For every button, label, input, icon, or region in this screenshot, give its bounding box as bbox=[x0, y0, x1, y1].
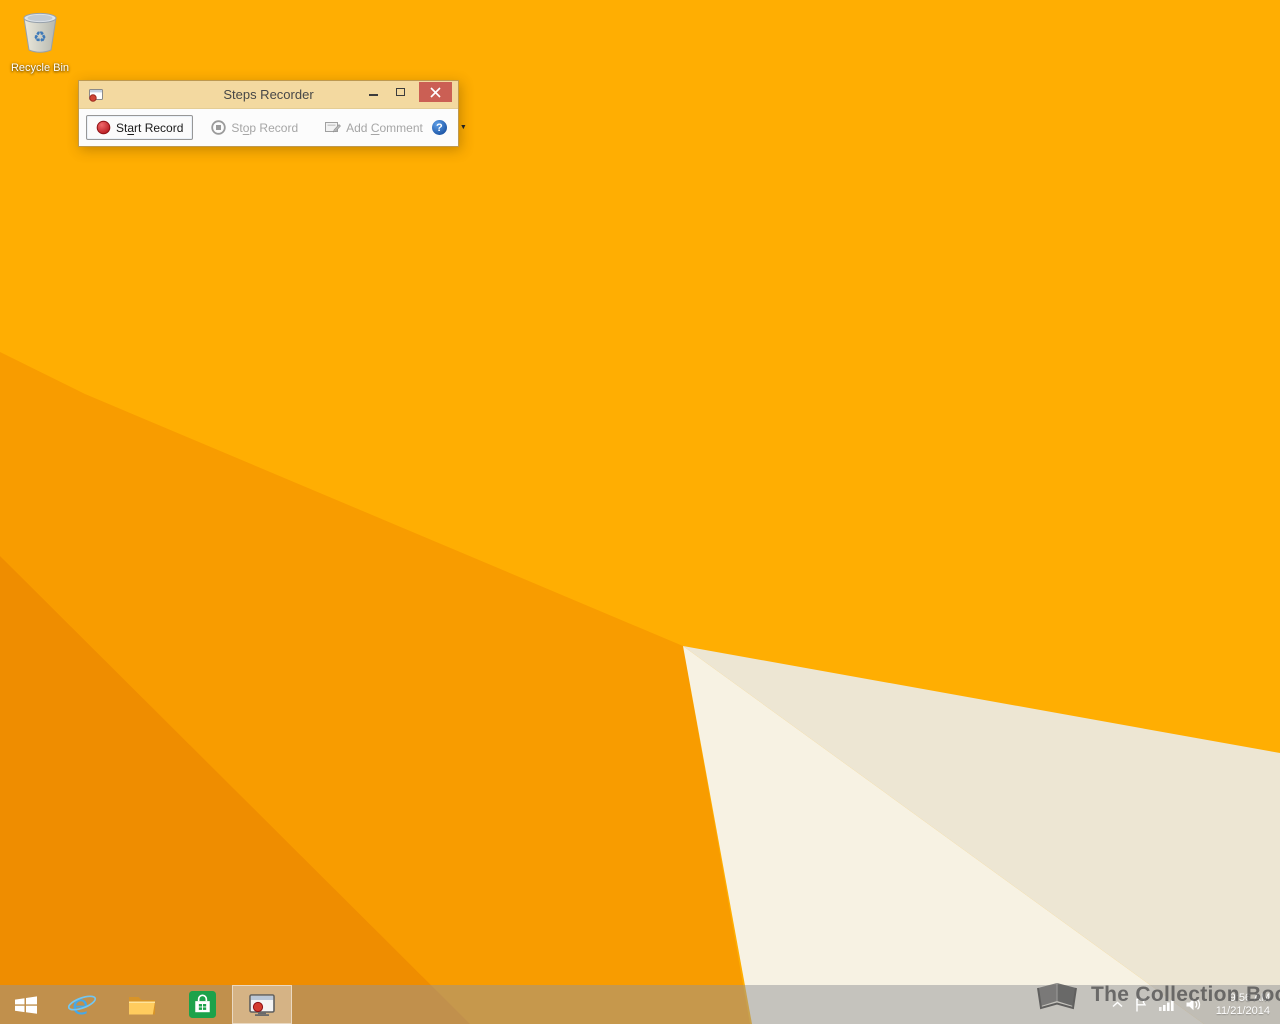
help-dropdown-arrow[interactable]: ▼ bbox=[457, 120, 470, 135]
taskbar-file-explorer[interactable] bbox=[112, 985, 172, 1024]
minimize-button[interactable] bbox=[360, 82, 387, 102]
desktop-wallpaper bbox=[0, 0, 1280, 1024]
file-explorer-icon bbox=[129, 997, 155, 1015]
volume-button[interactable] bbox=[1186, 998, 1201, 1011]
start-record-button[interactable]: Start Record bbox=[86, 115, 194, 140]
help-group: ? ▼ bbox=[431, 120, 470, 135]
add-comment-label: Add Comment bbox=[346, 120, 423, 135]
start-record-label: Start Record bbox=[116, 120, 184, 135]
windows-logo-icon bbox=[15, 995, 37, 1014]
store-icon bbox=[188, 991, 216, 1018]
maximize-button[interactable] bbox=[387, 82, 414, 102]
taskbar: e 9:56 AM 11/21/2014 bbox=[0, 985, 1280, 1024]
show-hidden-icons-button[interactable] bbox=[1112, 1001, 1123, 1008]
start-button[interactable] bbox=[0, 985, 52, 1024]
stop-record-button[interactable]: Stop Record bbox=[202, 116, 307, 139]
record-icon bbox=[96, 120, 111, 135]
minimize-icon bbox=[369, 94, 378, 96]
network-button[interactable] bbox=[1158, 999, 1174, 1011]
recycle-bin-icon: ♻ bbox=[23, 12, 57, 53]
clock-date: 11/21/2014 bbox=[1215, 1004, 1270, 1017]
speaker-icon bbox=[1186, 998, 1200, 1011]
taskbar-internet-explorer[interactable]: e bbox=[52, 985, 112, 1024]
network-icon bbox=[1158, 999, 1174, 1011]
internet-explorer-icon: e bbox=[67, 990, 97, 1020]
close-button[interactable] bbox=[419, 82, 452, 102]
titlebar[interactable]: Steps Recorder bbox=[79, 81, 458, 108]
flag-icon bbox=[1136, 998, 1146, 1011]
comment-icon bbox=[325, 122, 342, 133]
action-center-button[interactable] bbox=[1135, 998, 1147, 1012]
clock-time: 9:56 AM bbox=[1229, 991, 1270, 1004]
chevron-up-icon bbox=[1112, 1001, 1123, 1008]
taskbar-store[interactable] bbox=[172, 985, 232, 1024]
desktop-icon-recycle-bin[interactable]: ♻ Recycle Bin bbox=[8, 6, 72, 75]
close-icon bbox=[430, 86, 441, 98]
stop-icon bbox=[211, 120, 227, 135]
steps-recorder-window: Steps Recorder Start Record Stop Record … bbox=[78, 80, 467, 147]
taskbar-clock[interactable]: 9:56 AM 11/21/2014 bbox=[1216, 992, 1270, 1018]
add-comment-button[interactable]: Add Comment bbox=[316, 117, 432, 139]
toolbar: Start Record Stop Record Add Comment ? ▼ bbox=[79, 108, 467, 146]
svg-text:♻: ♻ bbox=[33, 28, 46, 46]
caption-buttons bbox=[360, 82, 452, 102]
maximize-icon bbox=[396, 88, 405, 96]
svg-text:e: e bbox=[72, 990, 89, 1020]
taskbar-steps-recorder[interactable] bbox=[232, 985, 292, 1024]
steps-recorder-icon bbox=[249, 993, 275, 1016]
help-button[interactable]: ? bbox=[431, 120, 447, 135]
steps-recorder-app-icon bbox=[88, 87, 104, 103]
stop-record-label: Stop Record bbox=[231, 120, 299, 135]
recycle-bin-label: Recycle Bin bbox=[10, 62, 70, 74]
system-tray: 9:56 AM 11/21/2014 bbox=[1112, 985, 1280, 1024]
